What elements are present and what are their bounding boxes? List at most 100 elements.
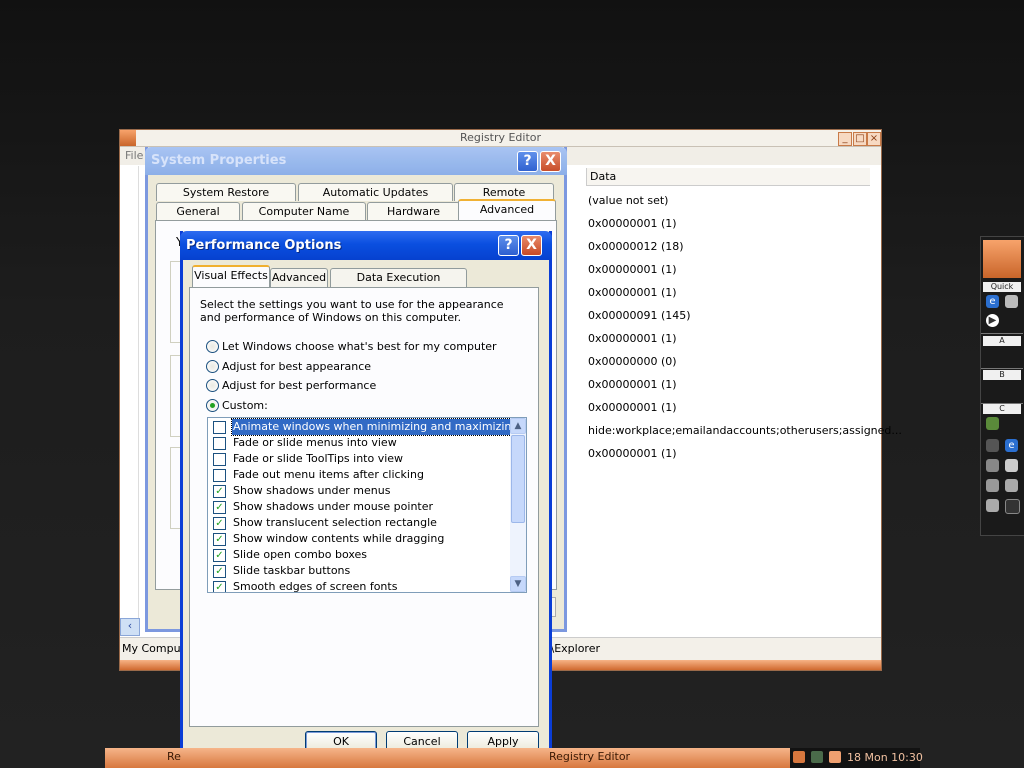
description-text: Select the settings you want to use for …: [200, 298, 504, 324]
data-value[interactable]: 0x00000001 (1): [588, 217, 677, 230]
recycle-bin-icon[interactable]: [986, 499, 999, 512]
tray-arrow-icon[interactable]: [793, 751, 805, 763]
data-value[interactable]: 0x00000001 (1): [588, 263, 677, 276]
list-item-label: Show translucent selection rectangle: [233, 516, 437, 529]
data-value[interactable]: 0x00000091 (145): [588, 309, 691, 322]
list-item[interactable]: ✓ Slide open combo boxes: [208, 547, 508, 563]
printer-icon[interactable]: [986, 459, 999, 472]
settings-icon[interactable]: [1005, 479, 1018, 492]
performance-options-titlebar[interactable]: Performance Options ? X: [180, 231, 552, 260]
minimize-icon[interactable]: _: [838, 132, 852, 146]
menu-file[interactable]: File: [125, 149, 143, 162]
data-value[interactable]: hide:workplace;emailandaccounts;otheruse…: [588, 424, 902, 437]
system-tray: 18 Mon 10:30: [790, 748, 923, 768]
folder-icon[interactable]: [1005, 459, 1018, 472]
checkbox-unchecked[interactable]: [213, 421, 226, 434]
registry-editor-title: Registry Editor: [459, 131, 542, 144]
list-scrollbar[interactable]: ▲ ▼: [510, 418, 526, 592]
scroll-left-icon[interactable]: ‹: [120, 618, 140, 636]
radio-button-icon[interactable]: [206, 379, 219, 392]
list-item-label: Fade out menu items after clicking: [233, 468, 424, 481]
terminal-icon[interactable]: [1005, 499, 1020, 514]
data-value[interactable]: 0x00000001 (1): [588, 378, 677, 391]
clock[interactable]: 18 Mon 10:30: [847, 751, 923, 764]
ie-icon[interactable]: e: [1005, 439, 1018, 452]
close-icon[interactable]: X: [521, 235, 542, 256]
data-value[interactable]: 0x00000012 (18): [588, 240, 684, 253]
checkbox-checked[interactable]: ✓: [213, 565, 226, 578]
list-item[interactable]: ✓ Smooth edges of screen fonts: [208, 579, 508, 592]
tab-automatic-updates[interactable]: Automatic Updates: [298, 183, 453, 201]
list-item[interactable]: Fade or slide ToolTips into view: [208, 451, 508, 467]
dock-divider: [981, 333, 1023, 334]
help-icon[interactable]: ?: [517, 151, 538, 172]
registry-editor-titlebar[interactable]: Registry Editor _ □ ×: [120, 130, 881, 147]
checkbox-checked[interactable]: ✓: [213, 533, 226, 546]
data-value[interactable]: 0x00000001 (1): [588, 332, 677, 345]
tray-network-icon[interactable]: [811, 751, 823, 763]
performance-options-dialog: Performance Options ? X Visual Effects A…: [180, 231, 552, 766]
list-item[interactable]: ✓ Show window contents while dragging: [208, 531, 508, 547]
computer-icon[interactable]: [986, 479, 999, 492]
maximize-icon[interactable]: □: [853, 132, 867, 146]
checkbox-unchecked[interactable]: [213, 469, 226, 482]
visual-effects-list[interactable]: Animate windows when minimizing and maxi…: [207, 417, 527, 593]
tab-hardware[interactable]: Hardware: [367, 202, 460, 220]
media-player-icon[interactable]: ▶: [986, 314, 999, 327]
tab-computer-name[interactable]: Computer Name: [242, 202, 366, 220]
tab-system-restore[interactable]: System Restore: [156, 183, 296, 201]
taskbar-item-registry-editor[interactable]: Registry Editor: [549, 750, 630, 763]
data-value[interactable]: 0x00000001 (1): [588, 286, 677, 299]
dock-preview-icon[interactable]: [983, 240, 1021, 278]
checkbox-checked[interactable]: ✓: [213, 517, 226, 530]
data-value[interactable]: 0x00000000 (0): [588, 355, 677, 368]
system-properties-titlebar[interactable]: System Properties ? X: [145, 147, 567, 175]
close-icon[interactable]: ×: [867, 132, 881, 146]
data-value[interactable]: (value not set): [588, 194, 668, 207]
checkbox-checked[interactable]: ✓: [213, 501, 226, 514]
list-item[interactable]: ✓ Slide taskbar buttons: [208, 563, 508, 579]
list-item-label: Show shadows under menus: [233, 484, 391, 497]
radio-button-icon[interactable]: [206, 360, 219, 373]
tray-app-icon[interactable]: [829, 751, 841, 763]
window-icon[interactable]: [1005, 295, 1018, 308]
scroll-up-icon[interactable]: ▲: [510, 418, 526, 434]
checkbox-checked[interactable]: ✓: [213, 581, 226, 592]
tab-advanced[interactable]: Advanced: [458, 199, 556, 220]
list-item[interactable]: Fade or slide menus into view: [208, 435, 508, 451]
tab-general[interactable]: General: [156, 202, 240, 220]
checkbox-unchecked[interactable]: [213, 453, 226, 466]
checkbox-checked[interactable]: ✓: [213, 485, 226, 498]
dock-label-b: B: [983, 370, 1021, 380]
data-value[interactable]: 0x00000001 (1): [588, 447, 677, 460]
scroll-down-icon[interactable]: ▼: [510, 576, 526, 592]
system-properties-title: System Properties: [151, 153, 287, 168]
help-icon[interactable]: ?: [498, 235, 519, 256]
radio-button-checked-icon[interactable]: [206, 399, 219, 412]
app-icon: [120, 130, 136, 146]
list-item[interactable]: Animate windows when minimizing and maxi…: [208, 418, 521, 436]
data-value[interactable]: 0x00000001 (1): [588, 401, 677, 414]
radio-button-icon[interactable]: [206, 340, 219, 353]
tab-data-execution-prevention[interactable]: Data Execution Prevention: [330, 268, 467, 302]
list-item[interactable]: ✓ Show translucent selection rectangle: [208, 515, 508, 531]
checkbox-unchecked[interactable]: [213, 437, 226, 450]
gear-icon[interactable]: [986, 439, 999, 452]
side-dock: Quick e ▶ A B C e: [980, 236, 1024, 536]
checkbox-checked[interactable]: ✓: [213, 549, 226, 562]
list-item-label: Slide open combo boxes: [233, 548, 368, 561]
taskbar-item-left[interactable]: Re: [167, 750, 181, 763]
tab-advanced[interactable]: Advanced: [270, 268, 328, 287]
radio-label: Let Windows choose what's best for my co…: [222, 340, 497, 353]
list-item[interactable]: Fade out menu items after clicking: [208, 467, 508, 483]
list-item[interactable]: ✓ Show shadows under menus: [208, 483, 508, 499]
scroll-thumb[interactable]: [511, 435, 525, 523]
tab-visual-effects[interactable]: Visual Effects: [192, 265, 270, 287]
column-header-data[interactable]: Data: [586, 168, 870, 186]
registry-tree-pane[interactable]: [120, 166, 139, 636]
close-icon[interactable]: X: [540, 151, 561, 172]
ie-icon[interactable]: e: [986, 295, 999, 308]
dock-label-c: C: [983, 404, 1021, 414]
network-icon[interactable]: [986, 417, 999, 430]
list-item[interactable]: ✓ Show shadows under mouse pointer: [208, 499, 508, 515]
